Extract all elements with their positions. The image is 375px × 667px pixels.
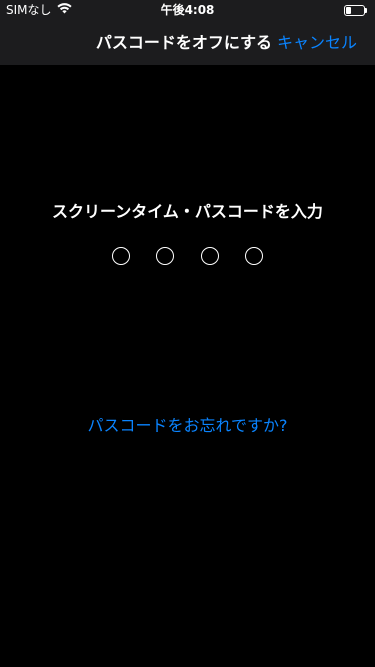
- battery-icon: [344, 5, 367, 16]
- passcode-dot: [200, 247, 219, 265]
- status-bar: SIMなし 午後4:08: [0, 0, 375, 20]
- passcode-dot: [244, 247, 263, 265]
- passcode-screen: SIMなし 午後4:08 パスコードをオフにする キャンセル スクリーンタイム・…: [0, 0, 375, 667]
- cancel-button[interactable]: キャンセル: [277, 20, 357, 65]
- passcode-prompt: スクリーンタイム・パスコードを入力: [52, 202, 323, 221]
- page-title: パスコードをオフにする: [95, 33, 272, 52]
- battery-tip: [365, 8, 367, 13]
- passcode-dot: [112, 247, 130, 265]
- forgot-passcode-link[interactable]: パスコードをお忘れですか?: [0, 412, 375, 436]
- passcode-dots: [112, 247, 263, 266]
- battery-level: [346, 7, 351, 14]
- status-time: 午後4:08: [160, 3, 215, 17]
- navigation-bar: パスコードをオフにする キャンセル: [0, 20, 375, 65]
- passcode-dot: [156, 247, 175, 265]
